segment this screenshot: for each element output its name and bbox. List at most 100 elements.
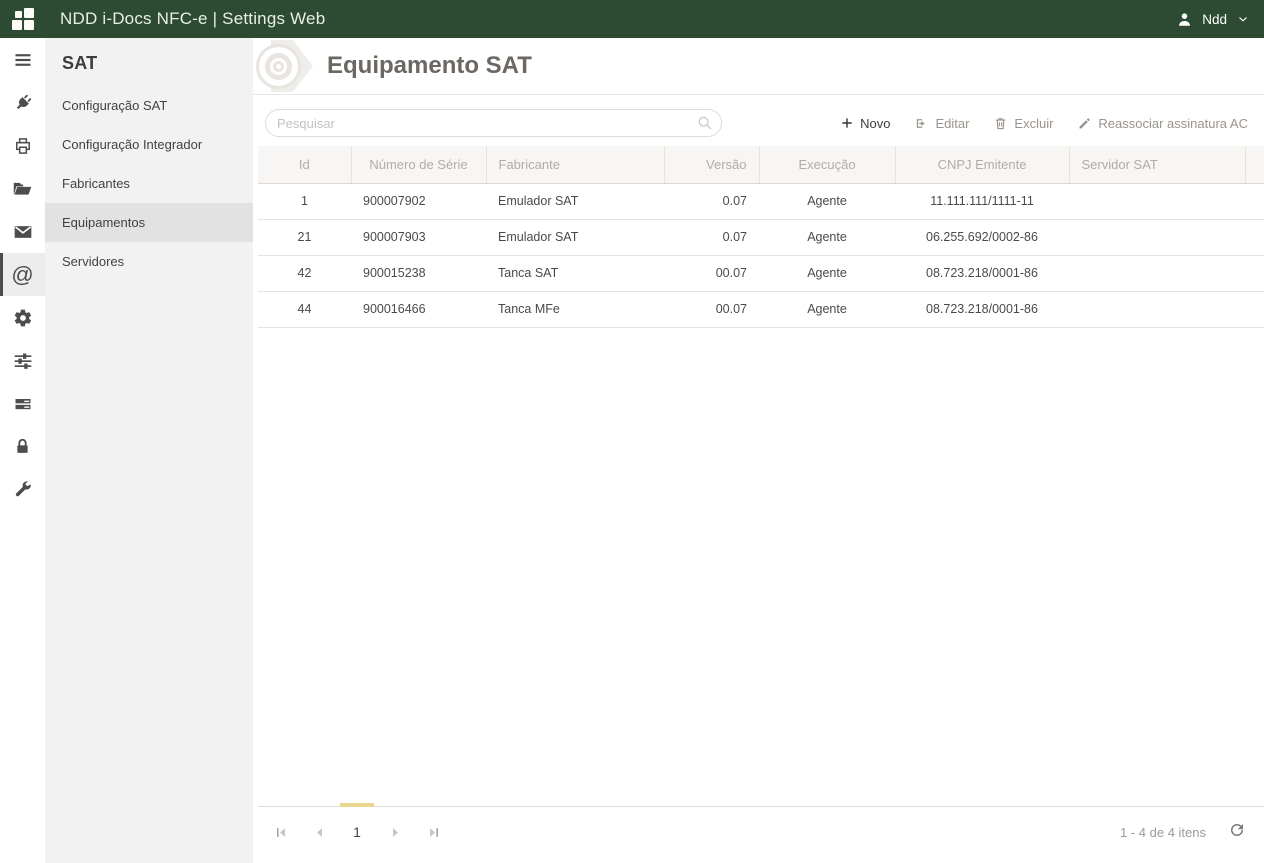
pencil-icon (1077, 116, 1092, 131)
sidebar-item-fabricantes[interactable]: Fabricantes (45, 164, 253, 203)
printer-icon (13, 136, 33, 156)
cell-servidor-sat (1069, 291, 1245, 328)
cell-execucao: Agente (759, 255, 895, 292)
wrench-icon (13, 480, 33, 500)
pager-page-1[interactable]: 1 (340, 803, 374, 847)
rail-item-menu[interactable] (0, 38, 45, 81)
cell-versao: 00.07 (664, 291, 759, 328)
last-page-icon (426, 825, 441, 840)
sidebar-item-configuracao-sat[interactable]: Configuração SAT (45, 86, 253, 125)
page-title: Equipamento SAT (327, 52, 532, 79)
gear-icon (13, 308, 33, 328)
refresh-icon (1228, 821, 1246, 844)
main-panel: Equipamento SAT Novo (253, 38, 1264, 863)
rail-item-printer[interactable] (0, 124, 45, 167)
rail-item-sliders[interactable] (0, 339, 45, 382)
cell-id: 21 (258, 219, 351, 256)
pager: 1 1 - 4 de 4 itens (258, 803, 1264, 857)
icon-rail: @ (0, 38, 45, 863)
user-menu[interactable]: Ndd (1176, 11, 1250, 28)
reassign-signature-button[interactable]: Reassociar assinatura AC (1077, 116, 1248, 131)
cell-numero-serie: 900007903 (351, 219, 486, 256)
cell-numero-serie: 900016466 (351, 291, 486, 328)
cell-numero-serie: 900007902 (351, 183, 486, 220)
table-row[interactable]: 42 900015238 Tanca SAT 00.07 Agente 08.7… (258, 255, 1264, 292)
cell-fabricante: Tanca SAT (486, 255, 664, 292)
column-header-id[interactable]: Id (258, 146, 351, 184)
search-input[interactable] (265, 109, 722, 137)
rail-item-mail[interactable] (0, 210, 45, 253)
lock-icon (13, 437, 32, 456)
rail-item-lock[interactable] (0, 425, 45, 468)
cell-versao: 00.07 (664, 255, 759, 292)
sidebar-item-configuracao-integrador[interactable]: Configuração Integrador (45, 125, 253, 164)
pager-prev-button[interactable] (302, 817, 336, 847)
sidebar-heading: SAT (62, 53, 98, 73)
cell-cnpj: 11.111.111/1111-11 (895, 183, 1069, 220)
refresh-button[interactable] (1228, 821, 1246, 844)
rail-item-at[interactable]: @ (0, 253, 45, 296)
first-page-icon (274, 825, 289, 840)
cell-spacer (1245, 219, 1264, 256)
table-row[interactable]: 1 900007902 Emulador SAT 0.07 Agente 11.… (258, 183, 1264, 220)
cell-versao: 0.07 (664, 219, 759, 256)
table-row[interactable]: 21 900007903 Emulador SAT 0.07 Agente 06… (258, 219, 1264, 256)
cell-execucao: Agente (759, 183, 895, 220)
rail-item-plug[interactable] (0, 81, 45, 124)
equipment-table: Id Número de Série Fabricante Versão Exe… (258, 146, 1264, 328)
user-name: Ndd (1202, 11, 1227, 27)
servers-icon (13, 394, 33, 414)
prev-page-icon (312, 825, 327, 840)
column-header-numero-serie[interactable]: Número de Série (350, 146, 486, 184)
cell-spacer (1245, 183, 1264, 220)
pager-last-button[interactable] (416, 817, 450, 847)
rail-item-folder[interactable] (0, 167, 45, 210)
edit-button[interactable]: Editar (914, 116, 969, 131)
cell-spacer (1245, 291, 1264, 328)
sidebar-item-servidores[interactable]: Servidores (45, 242, 253, 281)
pager-next-button[interactable] (378, 817, 412, 847)
cell-cnpj: 08.723.218/0001-86 (895, 255, 1069, 292)
user-icon (1176, 11, 1193, 28)
cell-id: 1 (258, 183, 351, 220)
cell-cnpj: 08.723.218/0001-86 (895, 291, 1069, 328)
chevron-down-icon (1236, 12, 1250, 26)
app-logo-icon (12, 8, 36, 30)
page-header: Equipamento SAT (253, 38, 1264, 95)
grid-toolbar: Novo Editar Excluir Reassociar assinatur… (840, 116, 1248, 131)
actions-row: Novo Editar Excluir Reassociar assi (265, 109, 1248, 137)
search-icon (697, 115, 713, 136)
cell-fabricante: Emulador SAT (486, 219, 664, 256)
cell-versao: 0.07 (664, 183, 759, 220)
rail-item-gear[interactable] (0, 296, 45, 339)
cell-servidor-sat (1069, 255, 1245, 292)
cell-numero-serie: 900015238 (351, 255, 486, 292)
cell-fabricante: Tanca MFe (486, 291, 664, 328)
cell-spacer (1245, 255, 1264, 292)
page-header-stamp-icon (255, 38, 317, 94)
app-window: NDD i-Docs NFC-e | Settings Web Ndd @ SA… (0, 0, 1264, 863)
table-header-row: Id Número de Série Fabricante Versão Exe… (258, 146, 1264, 184)
rail-item-servers[interactable] (0, 382, 45, 425)
column-header-fabricante[interactable]: Fabricante (485, 146, 664, 184)
new-button[interactable]: Novo (840, 116, 890, 131)
cell-execucao: Agente (759, 219, 895, 256)
edit-icon (914, 116, 929, 131)
plug-icon (13, 93, 33, 113)
cell-id: 42 (258, 255, 351, 292)
cell-servidor-sat (1069, 183, 1245, 220)
delete-button[interactable]: Excluir (993, 116, 1053, 131)
column-header-cnpj-emitente[interactable]: CNPJ Emitente (894, 146, 1069, 184)
cell-execucao: Agente (759, 291, 895, 328)
pager-first-button[interactable] (264, 817, 298, 847)
rail-item-wrench[interactable] (0, 468, 45, 511)
column-header-spacer (1244, 146, 1264, 184)
column-header-versao[interactable]: Versão (663, 146, 759, 184)
cell-cnpj: 06.255.692/0002-86 (895, 219, 1069, 256)
cell-servidor-sat (1069, 219, 1245, 256)
topbar: NDD i-Docs NFC-e | Settings Web Ndd (0, 0, 1264, 38)
sidebar-item-equipamentos[interactable]: Equipamentos (45, 203, 253, 242)
table-row[interactable]: 44 900016466 Tanca MFe 00.07 Agente 08.7… (258, 291, 1264, 328)
column-header-servidor-sat[interactable]: Servidor SAT (1068, 146, 1245, 184)
column-header-execucao[interactable]: Execução (758, 146, 895, 184)
